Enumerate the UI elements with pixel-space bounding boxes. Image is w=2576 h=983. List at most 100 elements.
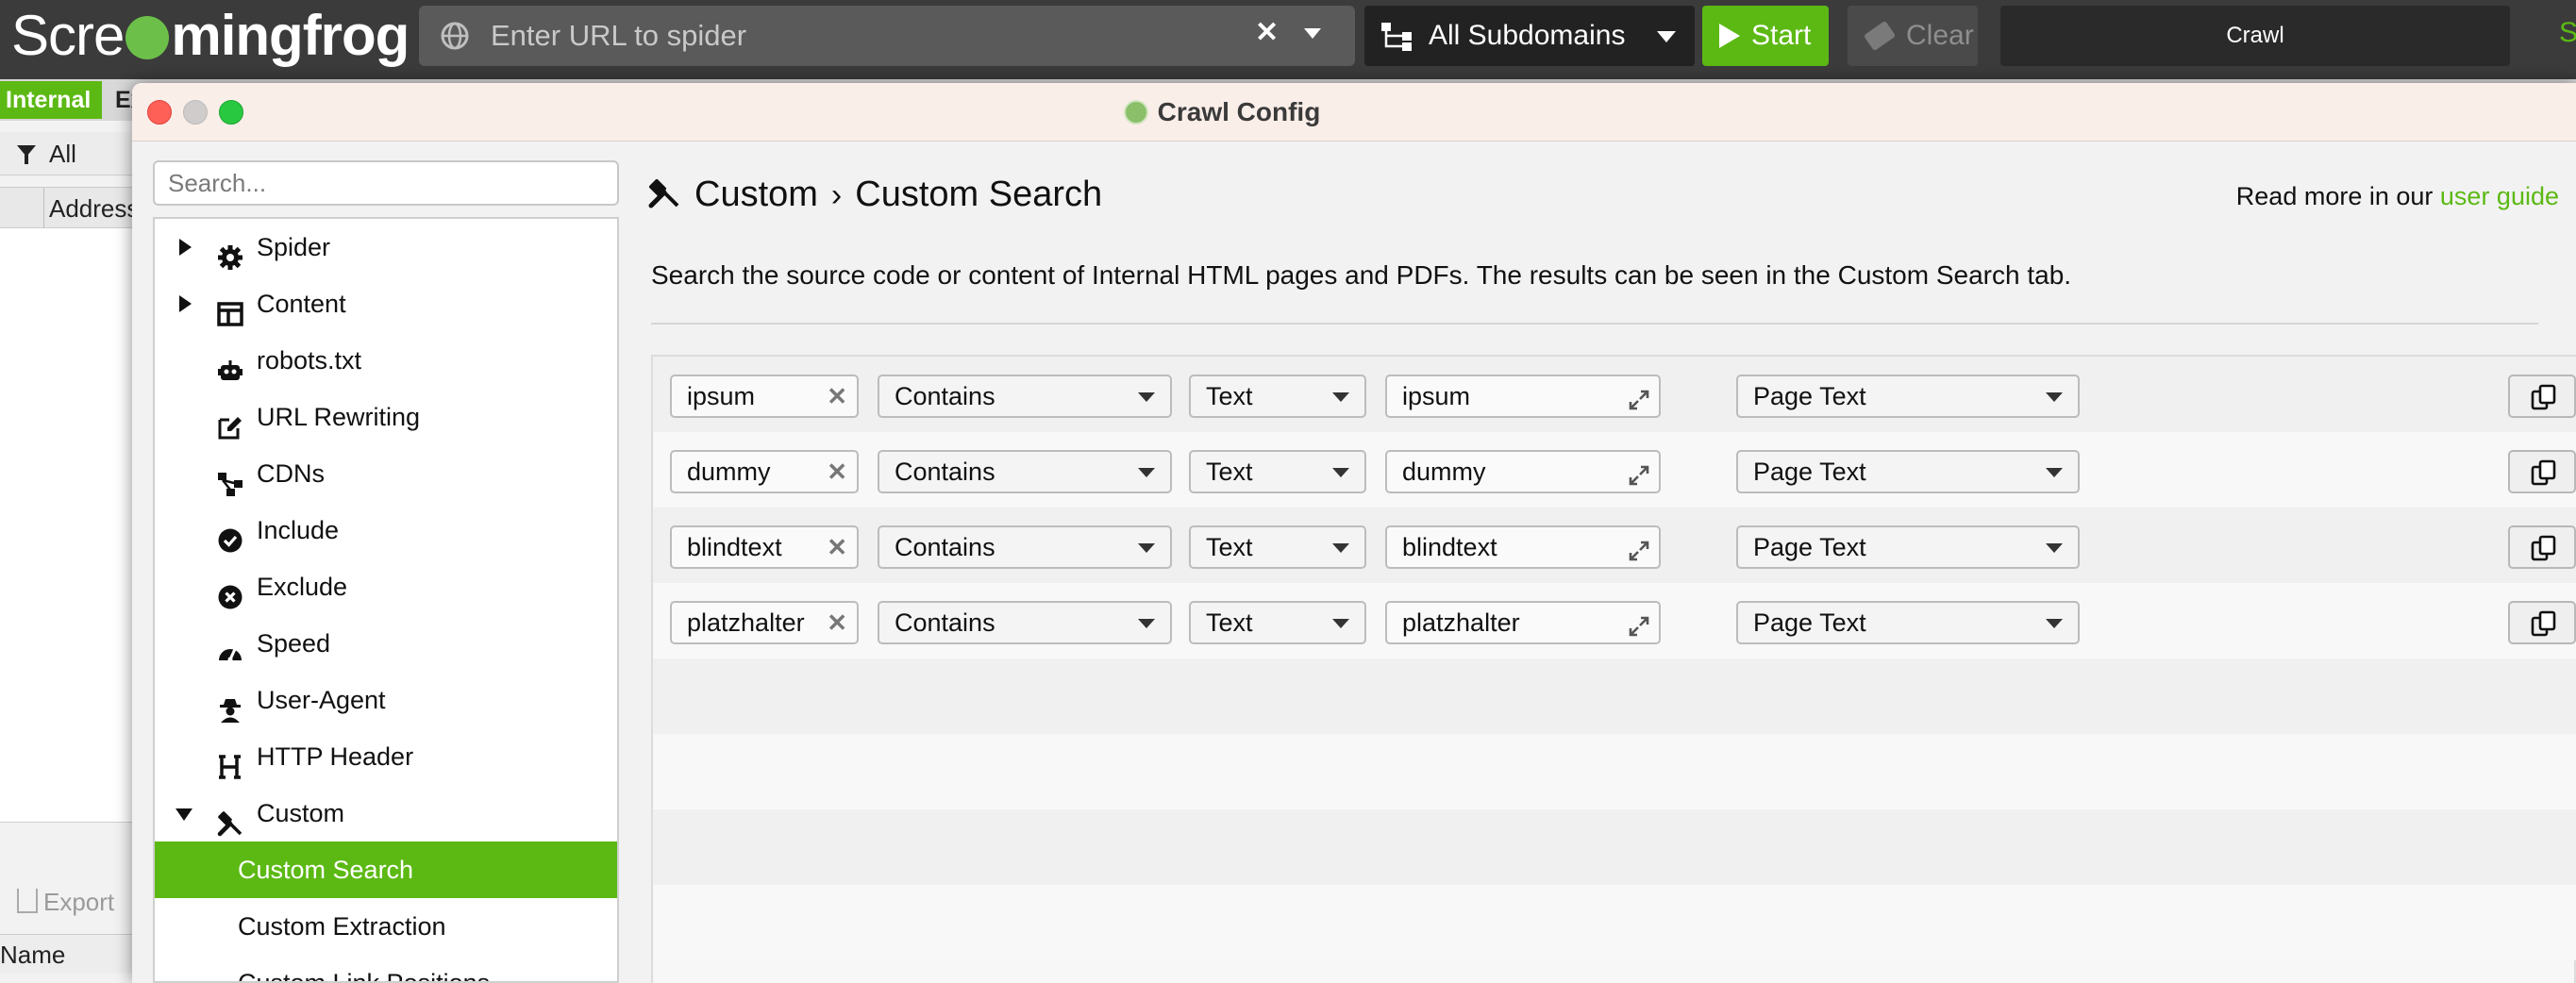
sidebar-item-label: User-Agent: [257, 686, 386, 714]
export-button[interactable]: Export: [0, 879, 137, 925]
sidebar-item-cdns[interactable]: CDNs: [155, 445, 617, 502]
sidebar-item-url-rewriting[interactable]: URL Rewriting: [155, 389, 617, 445]
operator-dropdown[interactable]: Contains: [878, 525, 1172, 569]
search-scope-label: Page Text: [1753, 382, 1866, 410]
match-type-label: Text: [1206, 382, 1253, 410]
export-label: Export: [43, 888, 115, 916]
sidebar-item-label: Exclude: [257, 573, 348, 601]
table-row: ipsum ✕ Contains Text ipsum Page Text: [653, 357, 2576, 432]
sidebar-item-spider[interactable]: Spider: [155, 219, 617, 275]
match-type-dropdown[interactable]: Text: [1189, 525, 1366, 569]
chevron-down-icon: [2046, 619, 2063, 628]
sidebar-item-robots-txt[interactable]: robots.txt: [155, 332, 617, 389]
search-scope-dropdown[interactable]: Page Text: [1736, 450, 2080, 493]
column-divider: [43, 188, 44, 229]
chevron-right-icon[interactable]: [179, 239, 192, 256]
chevron-down-icon[interactable]: [176, 808, 192, 821]
chevron-down-icon: [2046, 392, 2063, 402]
table-row: [653, 734, 2576, 809]
table-row: [653, 885, 2576, 960]
chevron-right-icon[interactable]: [179, 295, 192, 312]
sidebar-item-custom-extraction[interactable]: Custom Extraction: [155, 898, 617, 955]
clear-close-icon[interactable]: ✕: [827, 452, 847, 492]
duplicate-row-button[interactable]: [2508, 375, 2576, 418]
name-column-header[interactable]: Name: [0, 934, 137, 974]
section-description: Search the source code or content of Int…: [651, 260, 2072, 290]
sidebar-item-speed[interactable]: Speed: [155, 615, 617, 672]
chevron-down-icon: [2046, 543, 2063, 553]
operator-dropdown[interactable]: Contains: [878, 375, 1172, 418]
read-more-prefix: Read more in our: [2235, 182, 2440, 210]
sidebar-item-label: Custom Link Positions: [238, 969, 491, 983]
url-bar: [419, 6, 1355, 66]
robot-icon: [217, 347, 243, 380]
eraser-icon: [1863, 20, 1897, 52]
user-guide-link[interactable]: user guide: [2440, 182, 2559, 210]
sidebar-item-include[interactable]: Include: [155, 502, 617, 558]
read-more-text: Read more in our user guide: [2236, 177, 2559, 215]
breadcrumb-parent[interactable]: Custom: [694, 175, 818, 214]
chevron-down-icon: [1332, 619, 1349, 628]
sidebar-item-label: CDNs: [257, 459, 325, 488]
search-name-field[interactable]: dummy ✕: [670, 450, 859, 493]
expand-icon[interactable]: [1627, 535, 1651, 561]
operator-dropdown[interactable]: Contains: [878, 601, 1172, 644]
clear-close-icon[interactable]: ✕: [827, 376, 847, 416]
sidebar-item-custom[interactable]: Custom: [155, 785, 617, 841]
expand-icon[interactable]: [1627, 384, 1651, 410]
speedometer-icon: [217, 630, 243, 662]
expand-icon[interactable]: [1627, 610, 1651, 637]
sidebar-item-custom-search[interactable]: Custom Search: [155, 841, 617, 898]
address-column-header[interactable]: Address: [0, 187, 139, 229]
search-name-text: platzhalter: [687, 608, 805, 637]
search-value-field[interactable]: blindtext: [1385, 525, 1661, 569]
search-name-field[interactable]: platzhalter ✕: [670, 601, 859, 644]
clear-button[interactable]: Clear: [1848, 6, 1978, 66]
table-row: [653, 809, 2576, 885]
search-name-field[interactable]: blindtext ✕: [670, 525, 859, 569]
url-input[interactable]: [491, 13, 1170, 58]
duplicate-row-button[interactable]: [2508, 450, 2576, 493]
search-value-field[interactable]: ipsum: [1385, 375, 1661, 418]
sidebar-item-label: Content: [257, 290, 346, 318]
dialog-title: Crawl Config: [132, 83, 2576, 142]
network-icon: [217, 460, 243, 496]
search-name-field[interactable]: ipsum ✕: [670, 375, 859, 418]
chevron-down-icon: [1138, 619, 1155, 628]
search-scope-dropdown[interactable]: Page Text: [1736, 375, 2080, 418]
duplicate-row-button[interactable]: [2508, 601, 2576, 644]
operator-label: Contains: [895, 382, 995, 410]
play-icon: [1719, 24, 1740, 48]
expand-icon[interactable]: [1627, 459, 1651, 486]
sidebar-item-label: URL Rewriting: [257, 403, 421, 431]
filter-dropdown[interactable]: All: [0, 132, 137, 175]
url-history-chevron-down-icon[interactable]: [1304, 28, 1321, 39]
config-search-input[interactable]: [153, 160, 619, 206]
duplicate-row-button[interactable]: [2508, 525, 2576, 569]
sidebar-item-http-header[interactable]: HTTP Header: [155, 728, 617, 785]
tab-internal[interactable]: Internal: [0, 81, 102, 119]
search-value-field[interactable]: platzhalter: [1385, 601, 1661, 644]
match-type-dropdown[interactable]: Text: [1189, 450, 1366, 493]
search-value-field[interactable]: dummy: [1385, 450, 1661, 493]
sidebar-item-user-agent[interactable]: User-Agent: [155, 672, 617, 728]
subdomain-mode-dropdown[interactable]: All Subdomains: [1364, 6, 1695, 66]
clear-close-icon[interactable]: ✕: [827, 603, 847, 642]
search-scope-dropdown[interactable]: Page Text: [1736, 525, 2080, 569]
sidebar-item-content[interactable]: Content: [155, 275, 617, 332]
clear-close-icon[interactable]: ✕: [827, 527, 847, 567]
sidebar-item-exclude[interactable]: Exclude: [155, 558, 617, 615]
start-button[interactable]: Start: [1702, 6, 1829, 66]
match-type-dropdown[interactable]: Text: [1189, 375, 1366, 418]
logo-text-start: Scre: [11, 4, 125, 67]
operator-dropdown[interactable]: Contains: [878, 450, 1172, 493]
clear-url-close-icon[interactable]: ✕: [1255, 19, 1283, 47]
top-toolbar: Scre mingfrog ✕ All Subdomains Start Clea…: [0, 0, 2576, 74]
logo-text-end: mingfrog: [171, 4, 410, 67]
search-value-text: blindtext: [1402, 533, 1497, 561]
search-scope-dropdown[interactable]: Page Text: [1736, 601, 2080, 644]
match-type-dropdown[interactable]: Text: [1189, 601, 1366, 644]
sidebar-item-custom-link-positions[interactable]: Custom Link Positions: [155, 955, 617, 983]
sidebar-item-label: Speed: [257, 629, 331, 658]
search-name-text: ipsum: [687, 382, 756, 410]
